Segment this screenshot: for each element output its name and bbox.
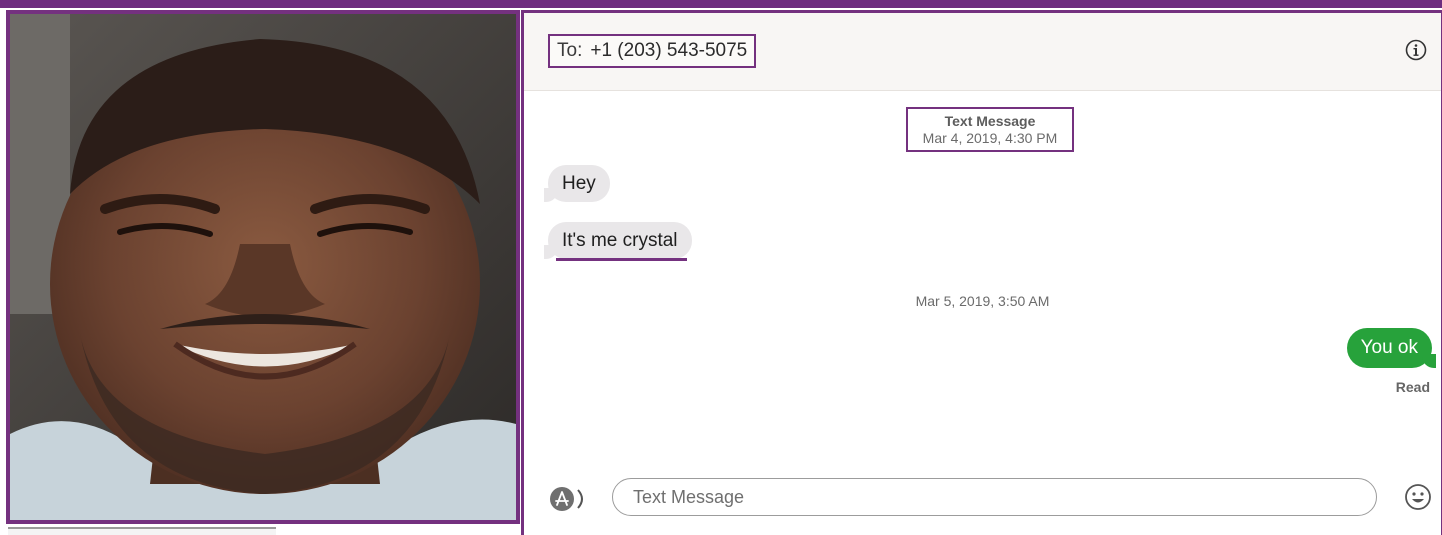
contact-photo: [6, 10, 520, 524]
recipient-field[interactable]: To: +1 (203) 543-5075: [548, 34, 757, 68]
timestamp-text: Mar 4, 2019, 4:30 PM: [922, 129, 1058, 146]
screenshot-root: To: +1 (203) 543-5075 Text Message Mar 4…: [0, 0, 1442, 535]
emoji-icon[interactable]: [1404, 483, 1432, 511]
top-border-bar: [0, 0, 1442, 8]
message-compose-field[interactable]: [612, 478, 1377, 516]
recipient-number: +1 (203) 543-5075: [590, 40, 748, 61]
conversation-header: To: +1 (203) 543-5075: [524, 13, 1441, 91]
message-input[interactable]: [631, 479, 1355, 515]
outgoing-message-bubble[interactable]: You ok: [1346, 328, 1437, 368]
contact-photo-image: [10, 14, 516, 520]
incoming-message-bubble[interactable]: Hey: [544, 165, 610, 202]
thread-start-timestamp: Text Message Mar 4, 2019, 4:30 PM: [906, 107, 1074, 152]
annotation-underline: [556, 258, 687, 261]
info-icon[interactable]: [1405, 39, 1427, 61]
message-text: You ok: [1360, 337, 1418, 358]
bottom-caption-strip: [8, 527, 276, 535]
to-label: To:: [557, 40, 583, 61]
message-text: Hey: [562, 173, 596, 194]
message-text: It's me crystal: [562, 230, 678, 251]
thread-timestamp: Mar 5, 2019, 3:50 AM: [915, 293, 1050, 309]
incoming-message-bubble[interactable]: It's me crystal: [544, 222, 692, 259]
messages-panel: To: +1 (203) 543-5075 Text Message Mar 4…: [521, 10, 1442, 535]
app-store-icon[interactable]: [548, 486, 588, 512]
service-label: Text Message: [944, 112, 1036, 129]
read-receipt: Read: [1395, 379, 1430, 395]
